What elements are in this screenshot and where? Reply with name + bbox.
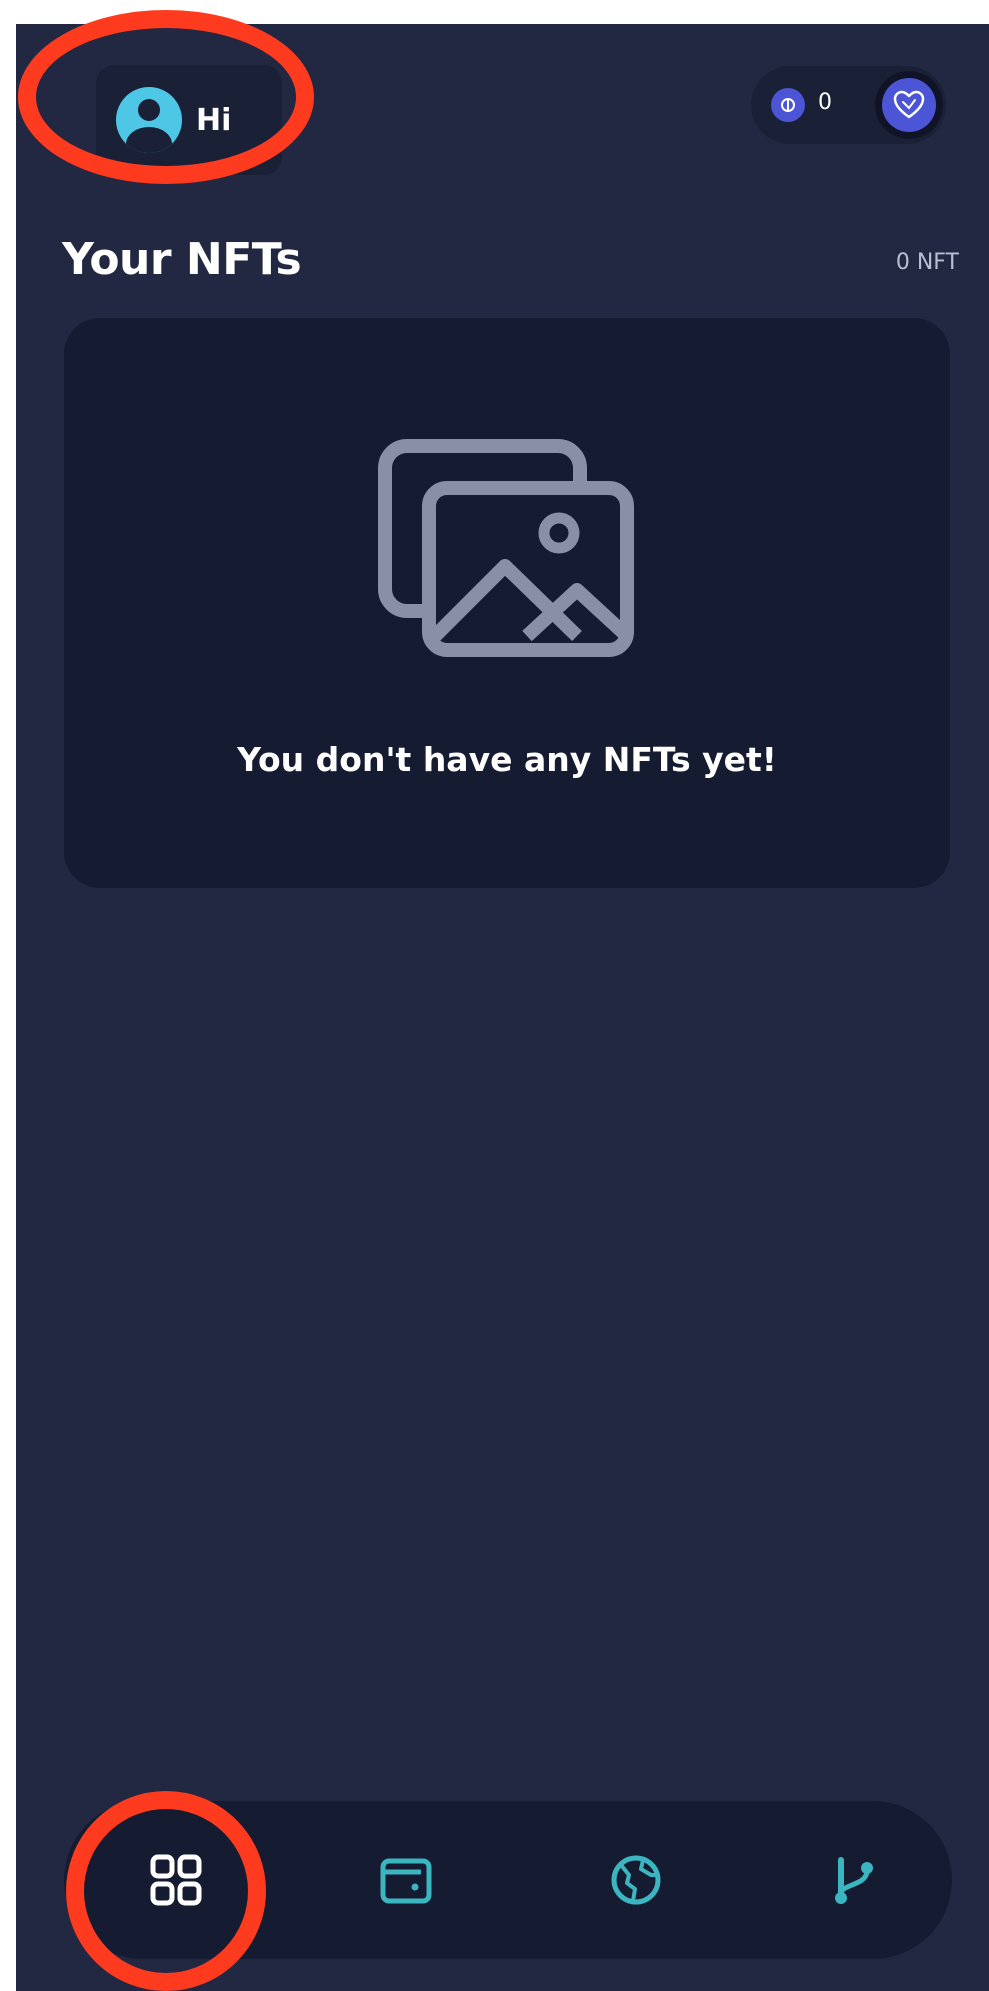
grid-icon (150, 1854, 202, 1906)
nav-item-collection[interactable] (116, 1801, 236, 1959)
globe-icon (611, 1855, 661, 1905)
gallery-icon (378, 439, 634, 657)
balance-value: 0 (818, 90, 832, 115)
page-title: Your NFTs (62, 234, 302, 285)
nav-item-branch[interactable] (794, 1801, 914, 1959)
wallet-icon (380, 1858, 432, 1904)
user-avatar-icon (116, 87, 182, 153)
coin-icon (771, 88, 805, 122)
empty-state-card: You don't have any NFTs yet! (64, 318, 950, 888)
greeting-label: Hi (196, 102, 232, 138)
bottom-nav (64, 1801, 952, 1959)
nav-item-explore[interactable] (576, 1801, 696, 1959)
heart-icon (882, 78, 936, 132)
profile-greeting-button[interactable]: Hi (96, 65, 282, 175)
app-screen: Hi 0 Your NFTs 0 NFT You don't have any … (16, 24, 989, 1991)
balance-pill[interactable]: 0 (751, 66, 946, 144)
branch-icon (835, 1857, 873, 1904)
empty-state-message: You don't have any NFTs yet! (237, 740, 777, 779)
nft-count: 0 NFT (895, 250, 959, 275)
heart-button[interactable] (875, 71, 943, 139)
nav-item-wallet[interactable] (346, 1801, 466, 1959)
